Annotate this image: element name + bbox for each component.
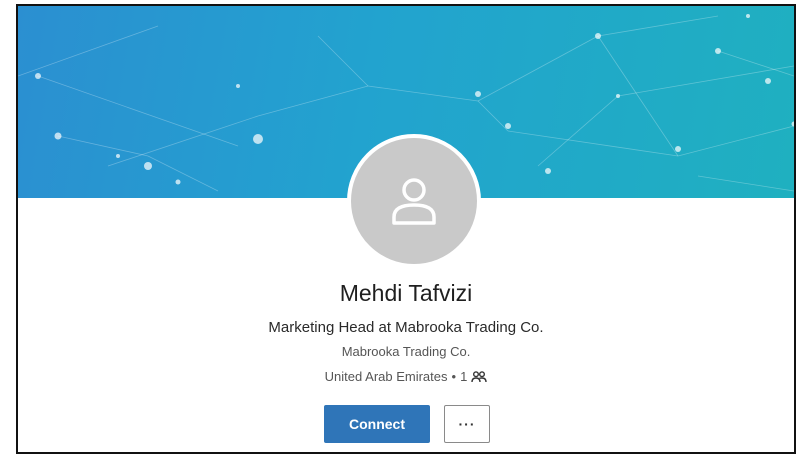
location-connections-row: United Arab Emirates • 1	[18, 369, 794, 384]
more-options-icon: ···	[458, 416, 476, 432]
profile-headline: Marketing Head at Mabrooka Trading Co.	[268, 319, 544, 336]
profile-location: United Arab Emirates	[324, 369, 448, 384]
person-placeholder-icon	[392, 178, 436, 225]
people-icon	[471, 370, 488, 382]
profile-company[interactable]: Mabrooka Trading Co.	[18, 344, 794, 359]
profile-avatar[interactable]	[347, 134, 481, 268]
profile-card: Mehdi Tafvizi Marketing Head at Mabrooka…	[16, 4, 796, 454]
profile-name: Mehdi Tafvizi	[339, 280, 473, 306]
separator-dot: •	[451, 369, 457, 384]
more-options-button[interactable]: ···	[444, 405, 490, 443]
profile-actions: Connect ···	[18, 405, 794, 443]
connection-count[interactable]: 1	[460, 369, 467, 384]
connect-button[interactable]: Connect	[324, 405, 430, 443]
profile-page: Mehdi Tafvizi Marketing Head at Mabrooka…	[0, 0, 803, 462]
